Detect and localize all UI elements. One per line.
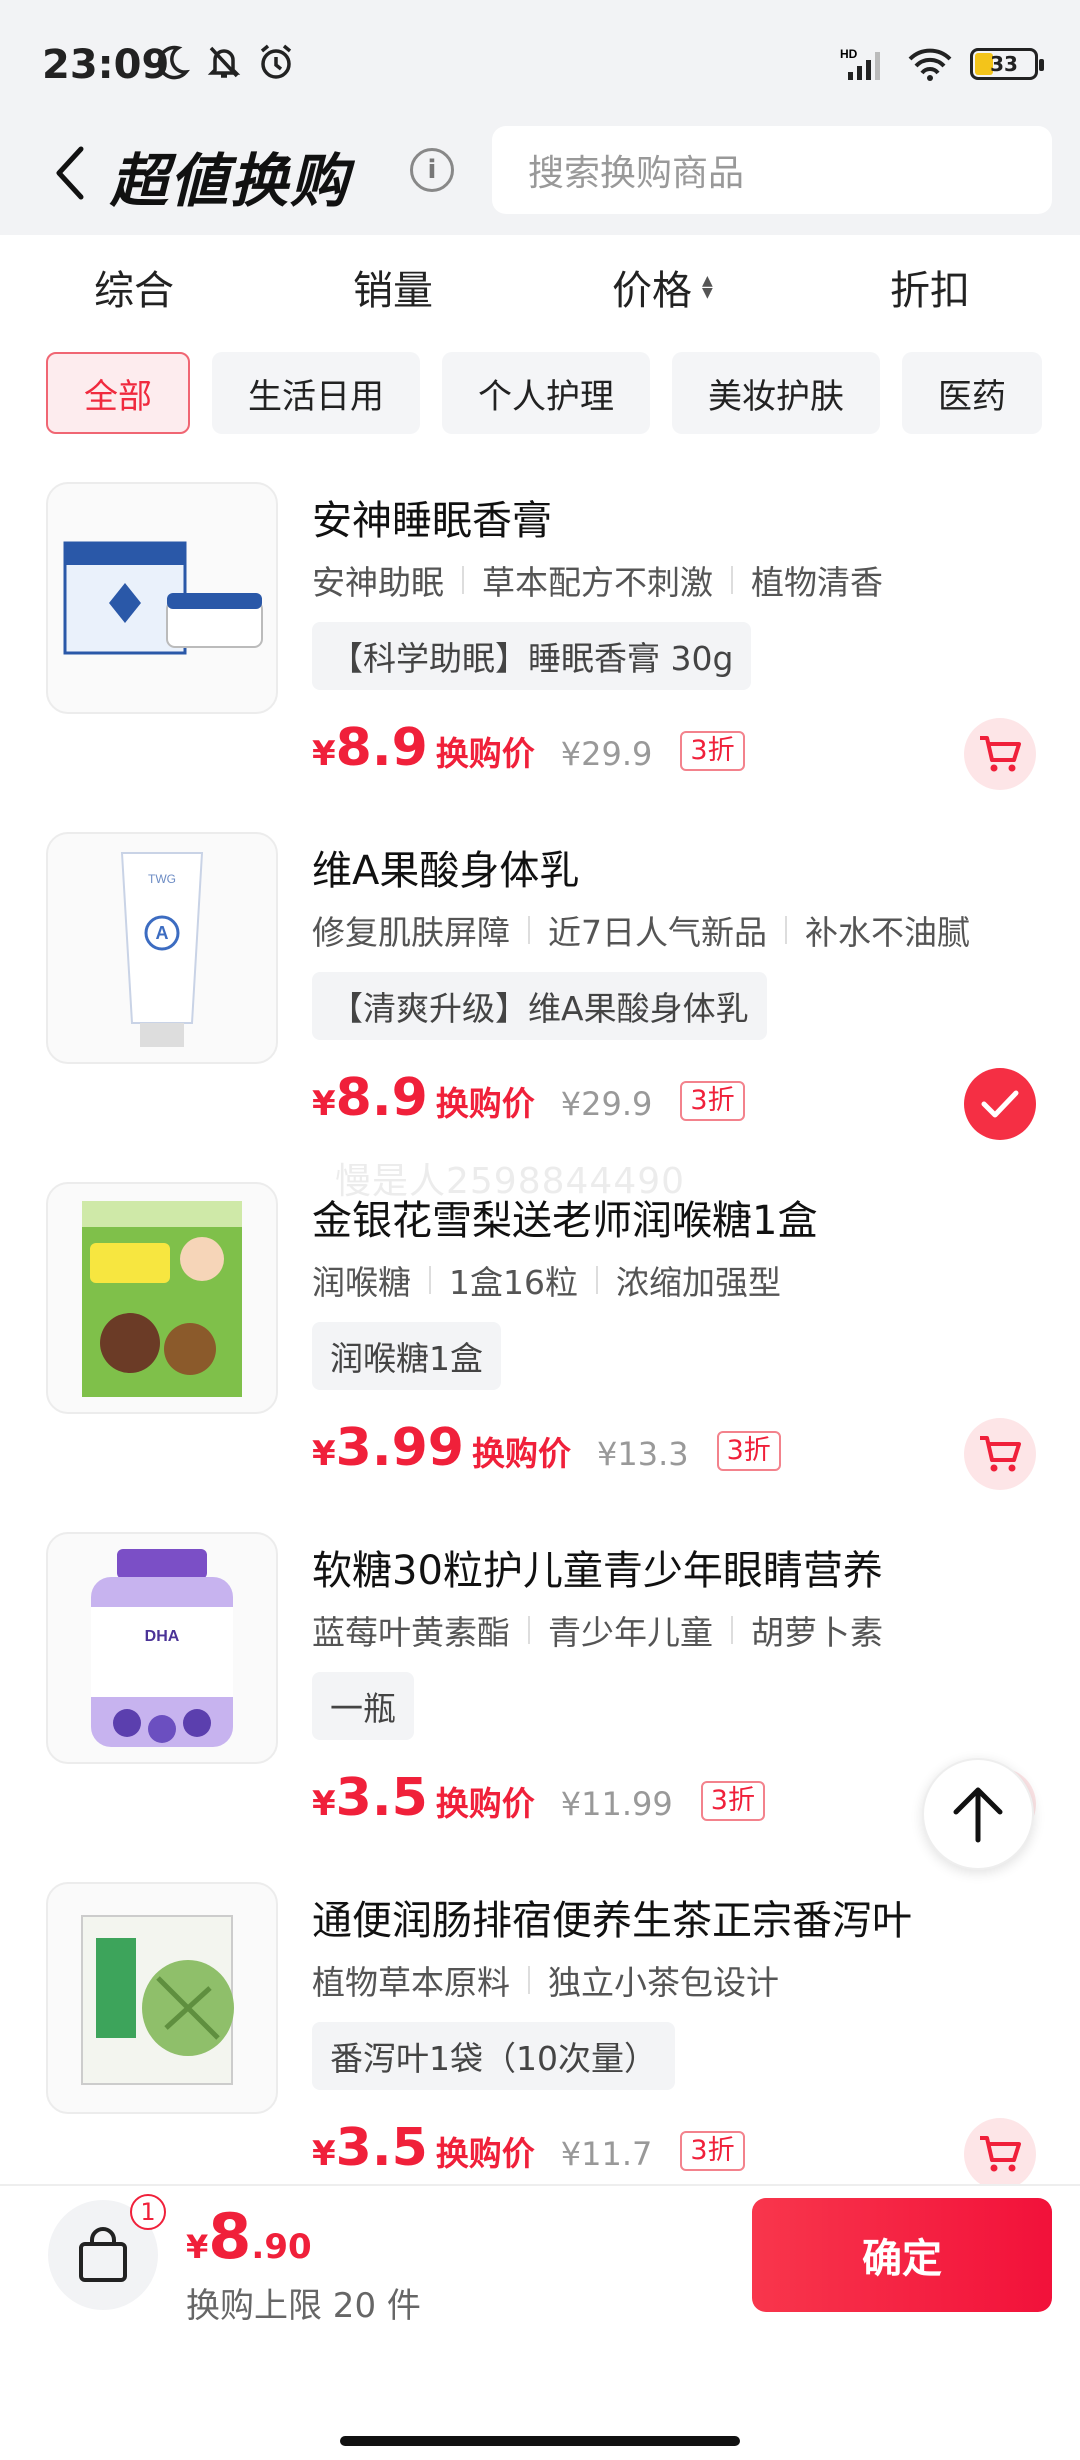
status-icons-right: HD 33 bbox=[840, 46, 1044, 82]
product-item[interactable]: 安神睡眠香膏 安神助眠 草本配方不刺激 植物清香 【科学助眠】睡眠香膏 30g ¥8… bbox=[0, 482, 1080, 832]
sort-arrows-icon: ▲ ▼ bbox=[702, 273, 713, 301]
sort-tab-comprehensive[interactable]: 综合 bbox=[94, 258, 174, 316]
cart-count-badge: 1 bbox=[130, 2194, 166, 2230]
svg-text:HD: HD bbox=[840, 47, 858, 61]
product-title: 通便润肠排宿便养生茶正宗番泻叶 bbox=[312, 1898, 912, 1944]
svg-text:A: A bbox=[156, 923, 169, 943]
cart-icon bbox=[980, 2136, 1021, 2172]
info-icon[interactable]: i bbox=[410, 148, 454, 192]
battery-icon: 33 bbox=[970, 48, 1044, 80]
alarm-icon bbox=[260, 44, 292, 79]
moon-icon bbox=[157, 45, 190, 80]
product-item[interactable]: DHA 软糖30粒护儿童青少年眼睛营养 蓝莓叶黄素酯 青少年儿童 胡萝卜素 一瓶 ¥… bbox=[0, 1532, 1080, 1882]
search-placeholder: 搜索换购商品 bbox=[528, 153, 745, 194]
check-icon bbox=[981, 1090, 1019, 1118]
svg-text:TWG: TWG bbox=[148, 872, 176, 886]
product-tags: 修复肌肤屏障 近7日人气新品 补水不油腻 bbox=[312, 913, 970, 952]
product-spec[interactable]: 一瓶 bbox=[312, 1672, 414, 1740]
category-chips: 全部 生活日用 个人护理 美妆护肤 医药 bbox=[46, 352, 1042, 434]
home-indicator[interactable] bbox=[340, 2436, 740, 2446]
back-icon[interactable] bbox=[44, 138, 94, 208]
sort-tab-sales[interactable]: 销量 bbox=[353, 258, 433, 316]
chip-medicine[interactable]: 医药 bbox=[902, 352, 1042, 434]
product-price: ¥3.99 换购价 ¥13.3 3折 bbox=[312, 1418, 781, 1478]
product-item[interactable]: TWG A 维A果酸身体乳 修复肌肤屏障 近7日人气新品 补水不油腻 【清爽升级】维A… bbox=[0, 832, 1080, 1182]
product-price: ¥8.9 换购价 ¥29.9 3折 bbox=[312, 718, 745, 778]
product-item[interactable]: 金银花雪梨送老师润喉糖1盒 润喉糖 1盒16粒 浓缩加强型 润喉糖1盒 ¥3.99 换… bbox=[0, 1182, 1080, 1532]
cart-icon bbox=[980, 1436, 1021, 1472]
product-spec[interactable]: 【清爽升级】维A果酸身体乳 bbox=[312, 972, 767, 1040]
product-tags: 安神助眠 草本配方不刺激 植物清香 bbox=[312, 563, 883, 602]
product-title: 金银花雪梨送老师润喉糖1盒 bbox=[312, 1198, 818, 1244]
page-title: 超値换购 bbox=[110, 147, 351, 215]
product-image bbox=[46, 1882, 278, 2114]
product-tags: 植物草本原料 独立小茶包设计 bbox=[312, 1963, 779, 2002]
product-price: ¥3.5 换购价 ¥11.7 3折 bbox=[312, 2118, 745, 2178]
shopping-bag-icon bbox=[79, 2227, 127, 2282]
product-tags: 润喉糖 1盒16粒 浓缩加强型 bbox=[312, 1263, 781, 1302]
product-image: TWG A bbox=[46, 832, 278, 1064]
search-input[interactable]: 搜索换购商品 bbox=[492, 126, 1052, 214]
product-title: 安神睡眠香膏 bbox=[312, 498, 552, 544]
sort-bar: 综合 销量 价格 ▲ ▼ 折扣 bbox=[0, 236, 1080, 346]
product-item[interactable]: 通便润肠排宿便养生茶正宗番泻叶 植物草本原料 独立小茶包设计 番泻叶1袋（10次量… bbox=[0, 1882, 1080, 2232]
bottom-bar: 1 ¥8.90 换购上限 20 件 确定 bbox=[0, 2184, 1080, 2460]
add-to-cart-button[interactable] bbox=[964, 718, 1036, 790]
signal-icon: HD bbox=[840, 47, 880, 80]
arrow-up-icon bbox=[953, 1787, 1003, 1843]
cart-icon bbox=[980, 736, 1021, 772]
product-title: 维A果酸身体乳 bbox=[312, 848, 580, 894]
add-to-cart-button[interactable] bbox=[964, 1418, 1036, 1490]
product-price: ¥3.5 换购价 ¥11.99 3折 bbox=[312, 1768, 765, 1828]
sort-tab-price[interactable]: 价格 ▲ ▼ bbox=[612, 258, 713, 316]
product-tags: 蓝莓叶黄素酯 青少年儿童 胡萝卜素 bbox=[312, 1613, 883, 1652]
product-spec[interactable]: 【科学助眠】睡眠香膏 30g bbox=[312, 622, 752, 690]
selected-check-button[interactable] bbox=[964, 1068, 1036, 1140]
product-title: 软糖30粒护儿童青少年眼睛营养 bbox=[312, 1548, 883, 1594]
confirm-button[interactable]: 确定 bbox=[752, 2198, 1052, 2312]
status-time: 23:09 bbox=[42, 42, 170, 88]
bell-off-icon bbox=[207, 46, 241, 78]
chip-daily[interactable]: 生活日用 bbox=[212, 352, 420, 434]
exchange-limit-text: 换购上限 20 件 bbox=[186, 2286, 421, 2326]
chip-personal-care[interactable]: 个人护理 bbox=[442, 352, 650, 434]
svg-text:DHA: DHA bbox=[145, 1628, 180, 1645]
chip-all[interactable]: 全部 bbox=[46, 352, 190, 434]
status-icons-left bbox=[152, 42, 296, 82]
add-to-cart-button[interactable] bbox=[964, 2118, 1036, 2190]
sort-tab-discount[interactable]: 折扣 bbox=[890, 258, 970, 316]
product-price: ¥8.9 换购价 ¥29.9 3折 bbox=[312, 1068, 745, 1128]
total-price: ¥8.90 bbox=[186, 2200, 312, 2273]
product-image: DHA bbox=[46, 1532, 278, 1764]
wifi-icon bbox=[908, 48, 952, 81]
header: 超値换购 i 搜索换购商品 bbox=[0, 110, 1080, 235]
scroll-to-top-button[interactable] bbox=[922, 1758, 1034, 1870]
chip-beauty[interactable]: 美妆护肤 bbox=[672, 352, 880, 434]
product-spec[interactable]: 润喉糖1盒 bbox=[312, 1322, 501, 1390]
product-spec[interactable]: 番泻叶1袋（10次量） bbox=[312, 2022, 675, 2090]
product-image bbox=[46, 1182, 278, 1414]
product-image bbox=[46, 482, 278, 714]
